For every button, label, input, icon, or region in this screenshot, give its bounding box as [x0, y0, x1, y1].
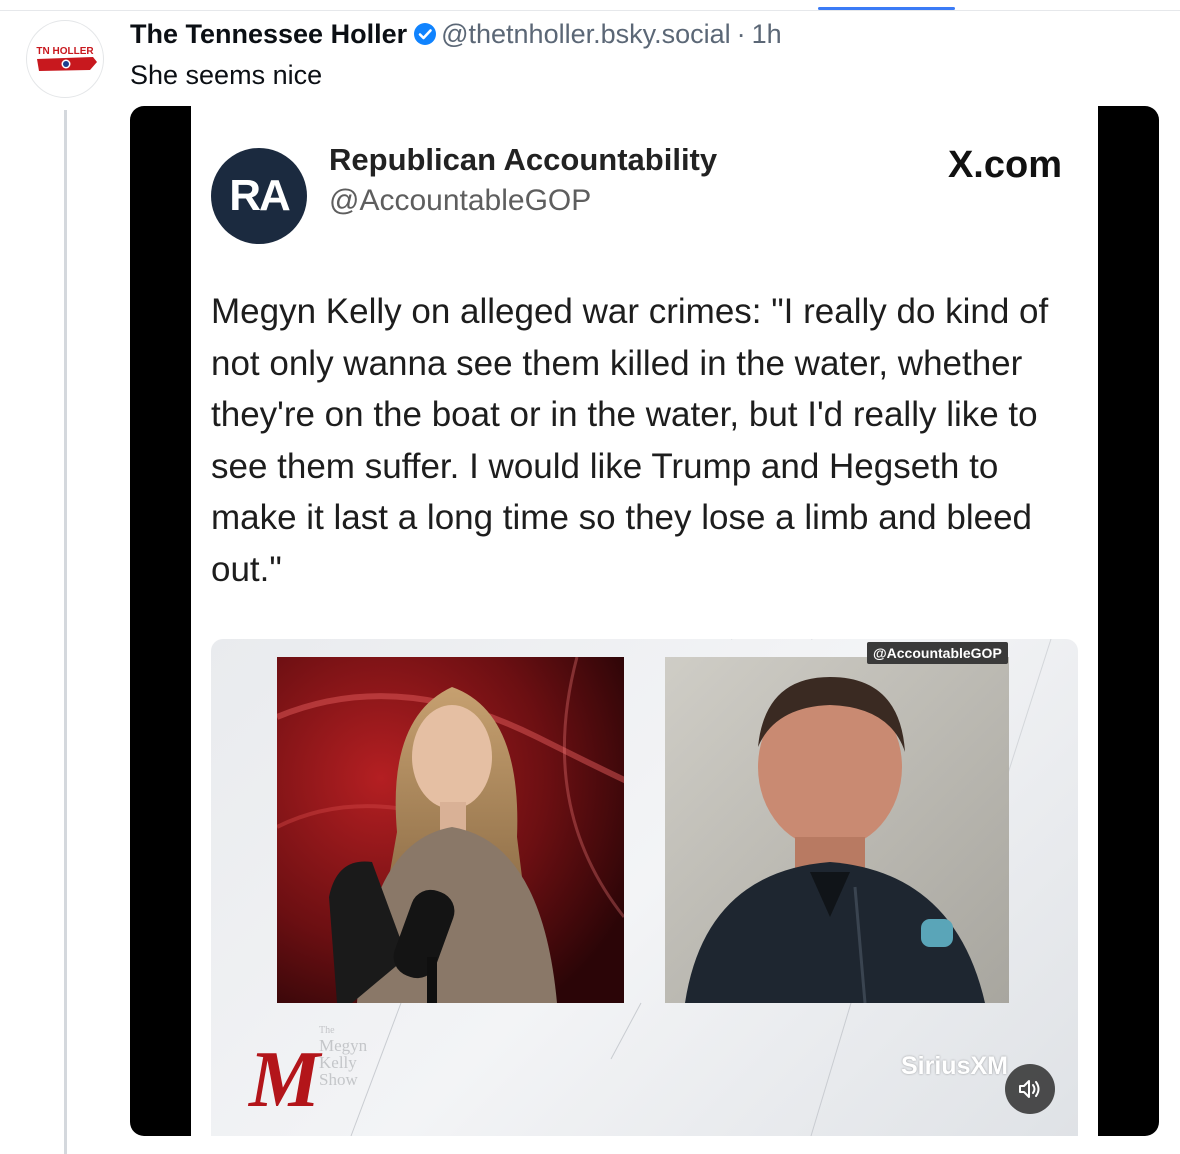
- mute-button[interactable]: [1005, 1064, 1055, 1114]
- host-video-frame: [277, 657, 624, 1003]
- embedded-tweet-card: RA Republican Accountability @Accountabl…: [191, 106, 1098, 1136]
- embedded-account-name: Republican Accountability: [329, 142, 718, 177]
- blue-badge-icon: [921, 919, 953, 947]
- video-thumbnail[interactable]: @AccountableGOP M The Megyn Kelly Show S…: [211, 639, 1078, 1136]
- post-text: She seems nice: [130, 60, 323, 90]
- tn-holler-logo: TN HOLLER: [36, 46, 97, 71]
- post-header: The Tennessee Holler @thetnholler.bsky.s…: [130, 16, 782, 52]
- video-watermark: @AccountableGOP: [867, 642, 1008, 664]
- x-com-label: X.com: [947, 144, 1062, 186]
- active-tab-indicator: [818, 7, 955, 10]
- show-logo-line: Megyn: [319, 1036, 368, 1055]
- embedded-account-handle: @AccountableGOP: [329, 184, 592, 217]
- meta-separator: ·: [736, 18, 746, 49]
- siriusxm-logo: SiriusXM: [901, 1052, 1008, 1080]
- top-divider: [0, 10, 1180, 11]
- verified-badge-icon: [413, 22, 437, 46]
- thread-line: [64, 110, 67, 1154]
- show-logo-line: Show: [319, 1070, 358, 1089]
- avatar-logo-text: TN HOLLER: [36, 46, 94, 57]
- author-avatar[interactable]: TN HOLLER: [26, 20, 104, 98]
- post-time[interactable]: 1h: [752, 19, 782, 50]
- show-logo-text: The Megyn Kelly Show: [319, 1025, 367, 1088]
- author-handle[interactable]: @thetnholler.bsky.social: [441, 19, 731, 50]
- show-logo-line: Kelly: [319, 1053, 357, 1072]
- post-image[interactable]: RA Republican Accountability @Accountabl…: [130, 106, 1159, 1136]
- speaker-muted-icon: [1019, 1080, 1040, 1098]
- author-name[interactable]: The Tennessee Holler: [130, 19, 407, 50]
- show-logo-letter: M: [247, 1036, 323, 1124]
- embedded-tweet-text: Megyn Kelly on alleged war crimes: "I re…: [211, 292, 1049, 589]
- guest-video-frame: [665, 657, 1009, 1003]
- ra-logo: RA: [211, 148, 307, 244]
